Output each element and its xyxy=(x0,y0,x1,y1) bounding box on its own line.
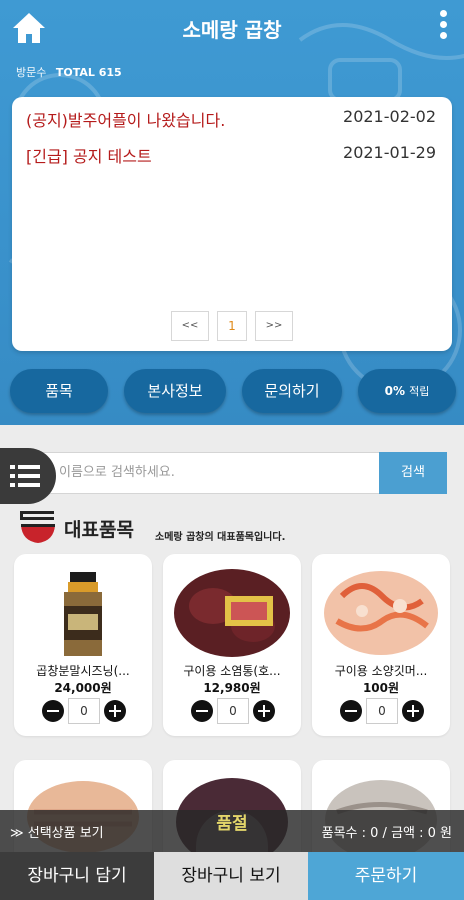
quantity-stepper: 0 xyxy=(340,698,424,724)
order-summary: 품목수 : 0 / 금액 : 0 원 xyxy=(321,826,452,841)
minus-icon[interactable] xyxy=(340,700,362,722)
product-price: 12,980원 xyxy=(203,681,261,695)
top-bar: 소메랑 곱창 xyxy=(0,0,464,56)
quantity-stepper: 0 xyxy=(42,698,126,724)
product-card[interactable]: 곱창분말시즈닝(... 24,000원 0 xyxy=(14,554,152,736)
plus-icon[interactable] xyxy=(402,700,424,722)
list-icon xyxy=(10,465,40,487)
inquiry-button[interactable]: 문의하기 xyxy=(242,369,342,413)
search-button[interactable]: 검색 xyxy=(379,452,447,494)
product-name[interactable]: 구이용 소염통(호... xyxy=(169,662,295,679)
points-value: 0% xyxy=(384,384,405,398)
product-name[interactable]: 구이용 소양깃머... xyxy=(318,662,444,679)
product-image[interactable] xyxy=(24,566,142,660)
product-image[interactable] xyxy=(173,566,291,660)
product-name[interactable]: 곱창분말시즈닝(... xyxy=(20,662,146,679)
visitor-counter: 방문수 TOTAL 615 xyxy=(16,64,122,80)
add-to-cart-button[interactable]: 장바구니 담기 xyxy=(0,852,154,900)
plus-icon[interactable] xyxy=(253,700,275,722)
points-button[interactable]: 0% 적립 xyxy=(358,369,456,413)
pagination-next[interactable]: >> xyxy=(255,311,293,341)
product-card[interactable]: 구이용 소염통(호... 12,980원 0 xyxy=(163,554,301,736)
notice-item[interactable]: [긴급] 공지 테스트 2021-01-29 xyxy=(26,143,436,167)
notice-date: 2021-01-29 xyxy=(343,143,436,162)
section-subtitle: 소메랑 곱창의 대표품목입니다. xyxy=(155,532,286,543)
product-card[interactable]: 구이용 소양깃머... 100원 0 xyxy=(312,554,450,736)
company-info-button[interactable]: 본사정보 xyxy=(124,369,226,413)
quantity-input[interactable]: 0 xyxy=(68,698,100,724)
notice-board: (공지)발주어플이 나왔습니다. 2021-02-02 [긴급] 공지 테스트 … xyxy=(12,97,452,351)
products-button[interactable]: 품목 xyxy=(10,369,108,413)
more-vertical-icon[interactable] xyxy=(436,10,450,44)
product-image[interactable] xyxy=(322,566,440,660)
product-price: 24,000원 xyxy=(54,681,112,695)
product-price: 100원 xyxy=(362,681,400,695)
points-label: 적립 xyxy=(409,385,430,398)
visitor-label: 방문수 xyxy=(16,66,47,79)
category-list-button[interactable] xyxy=(0,448,56,504)
search-input[interactable]: 이름으로 검색하세요. xyxy=(10,452,380,494)
notice-item[interactable]: (공지)발주어플이 나왔습니다. 2021-02-02 xyxy=(26,107,436,131)
bowl-icon xyxy=(20,511,55,543)
section-title: 대표품목 xyxy=(64,519,134,541)
header-area: 소메랑 곱창 방문수 TOTAL 615 (공지)발주어플이 나왔습니다. 20… xyxy=(0,0,464,425)
notice-title[interactable]: [긴급] 공지 테스트 xyxy=(26,143,152,167)
order-button[interactable]: 주문하기 xyxy=(308,852,464,900)
notice-date: 2021-02-02 xyxy=(343,107,436,126)
pagination: << 1 >> xyxy=(12,311,452,341)
app-title: 소메랑 곱창 xyxy=(182,18,282,42)
quantity-input[interactable]: 0 xyxy=(366,698,398,724)
view-selected-toggle[interactable]: ≫ 선택상품 보기 xyxy=(10,822,104,841)
pagination-prev[interactable]: << xyxy=(171,311,209,341)
quantity-stepper: 0 xyxy=(191,698,275,724)
bottom-action-bar: 장바구니 담기 장바구니 보기 주문하기 xyxy=(0,852,464,900)
minus-icon[interactable] xyxy=(42,700,64,722)
quantity-input[interactable]: 0 xyxy=(217,698,249,724)
pagination-current[interactable]: 1 xyxy=(217,311,247,341)
view-cart-button[interactable]: 장바구니 보기 xyxy=(154,852,308,900)
visitor-total: TOTAL 615 xyxy=(55,66,122,79)
minus-icon[interactable] xyxy=(191,700,213,722)
notice-title[interactable]: (공지)발주어플이 나왔습니다. xyxy=(26,107,225,131)
plus-icon[interactable] xyxy=(104,700,126,722)
